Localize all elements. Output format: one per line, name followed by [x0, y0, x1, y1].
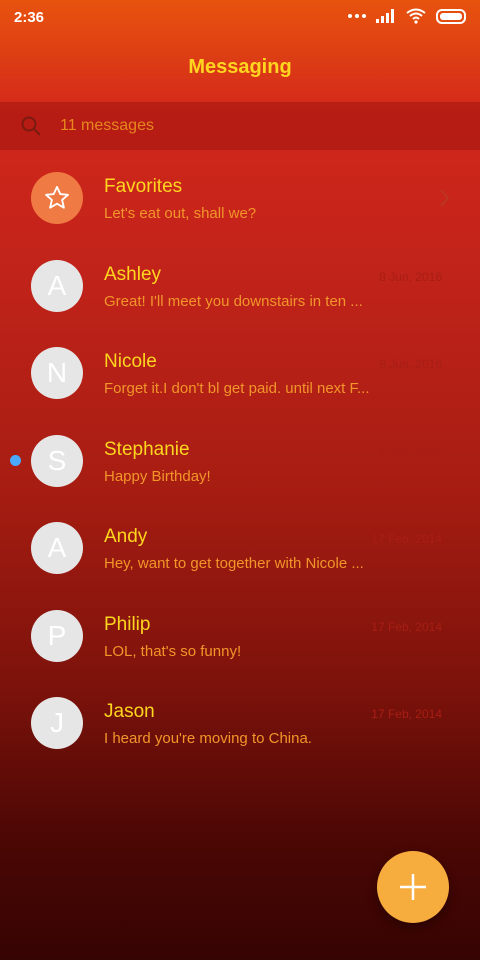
contact-name: Philip: [104, 613, 151, 635]
favorites-row[interactable]: Favorites Let's eat out, shall we?: [0, 155, 480, 243]
message-preview: Great! I'll meet you downstairs in ten .…: [104, 292, 363, 310]
favorites-avatar: [31, 172, 83, 224]
message-preview: I heard you're moving to China.: [104, 730, 312, 747]
conversation-row[interactable]: S Stephanie 8 Jun, 2016 Happy Birthday!: [0, 418, 480, 506]
plus-icon: [400, 874, 426, 900]
contact-name: Andy: [104, 526, 148, 547]
status-time: 2:36: [14, 9, 45, 26]
unread-indicator: [10, 454, 21, 466]
more-dots-icon: [348, 14, 366, 18]
message-date: 8 Jun, 2016: [379, 269, 442, 284]
conversation-row[interactable]: P Philip 17 Feb, 2014 LOL, that's so fun…: [0, 593, 480, 681]
conversation-row[interactable]: A Andy 17 Feb, 2014 Hey, want to get tog…: [0, 505, 480, 593]
contact-name: Jason: [104, 701, 155, 722]
avatar: J: [31, 697, 83, 749]
message-date: 17 Feb, 2014: [371, 532, 442, 546]
favorites-preview: Let's eat out, shall we?: [104, 205, 257, 222]
search-icon: [21, 116, 41, 136]
avatar: S: [31, 434, 83, 487]
wifi-icon: [406, 8, 426, 24]
conversation-row[interactable]: J Jason 17 Feb, 2014 I heard you're movi…: [0, 680, 480, 768]
conversation-row[interactable]: A Ashley 8 Jun, 2016 Great! I'll meet yo…: [0, 243, 480, 331]
avatar: N: [31, 347, 83, 399]
status-bar: 2:36: [0, 0, 480, 34]
message-preview: Hey, want to get together with Nicole ..…: [104, 555, 364, 572]
page-title: Messaging: [188, 56, 292, 78]
message-preview: LOL, that's so funny!: [104, 642, 242, 660]
message-date: 8 Jun, 2016: [379, 357, 442, 371]
signal-icon: [376, 9, 394, 23]
message-date: 17 Feb, 2014: [371, 707, 442, 721]
star-icon: [45, 185, 69, 209]
avatar: A: [31, 522, 83, 574]
message-date: 17 Feb, 2014: [371, 619, 442, 634]
chevron-right-icon: [440, 189, 450, 207]
message-preview: Forget it.I don't bl get paid. until nex…: [104, 380, 370, 397]
battery-icon: [436, 8, 466, 24]
contact-name: Stephanie: [104, 438, 190, 460]
avatar: A: [31, 259, 83, 312]
search-input[interactable]: 11 messages: [60, 117, 154, 135]
favorites-label: Favorites: [104, 176, 183, 197]
compose-button[interactable]: [377, 851, 449, 923]
search-bar[interactable]: 11 messages: [0, 102, 480, 150]
avatar: P: [31, 609, 83, 662]
status-icons: [348, 8, 466, 24]
message-date: 8 Jun, 2016: [379, 444, 442, 459]
conversation-row[interactable]: N Nicole 8 Jun, 2016 Forget it.I don't b…: [0, 330, 480, 418]
message-preview: Happy Birthday!: [104, 467, 211, 485]
contact-name: Nicole: [104, 351, 157, 372]
contact-name: Ashley: [104, 263, 162, 285]
conversation-list: Favorites Let's eat out, shall we? A Ash…: [0, 155, 480, 768]
